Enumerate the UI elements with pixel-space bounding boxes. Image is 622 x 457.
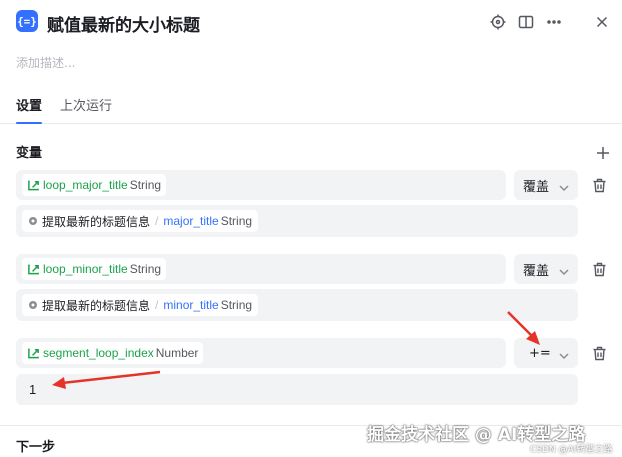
- operator-select[interactable]: 覆盖: [514, 170, 578, 200]
- reference-node-name: 提取最新的标题信息: [42, 298, 151, 313]
- variable-selector[interactable]: loop_minor_title String: [16, 254, 506, 284]
- reference-separator: /: [155, 214, 159, 228]
- variable-tag[interactable]: loop_major_title String: [22, 174, 167, 196]
- reference-field-name: minor_title: [163, 298, 219, 312]
- delete-button[interactable]: [590, 344, 608, 362]
- value-selector[interactable]: 提取最新的标题信息 / minor_title String: [16, 289, 578, 321]
- operator-value: 覆盖: [523, 179, 550, 195]
- reference-separator: /: [155, 298, 159, 312]
- variable-assign-icon: {=}: [16, 10, 38, 32]
- loop-variable-icon: [28, 180, 39, 190]
- watermark-sub: CSDN @AI转型之路: [530, 445, 613, 455]
- loop-variable-icon: [28, 348, 39, 358]
- variable-tag[interactable]: loop_minor_title String: [22, 258, 167, 280]
- reference-field-type: String: [220, 214, 253, 228]
- operator-value: 覆盖: [523, 263, 550, 279]
- variable-selector[interactable]: loop_major_title String: [16, 170, 506, 200]
- variables-section-title: 变量: [16, 146, 43, 161]
- next-step-title: 下一步: [16, 440, 56, 455]
- value-input[interactable]: 1: [16, 374, 578, 405]
- chevron-down-icon: [559, 265, 569, 276]
- locate-icon[interactable]: [488, 12, 508, 32]
- variable-selector[interactable]: segment_loop_index Number: [16, 338, 506, 368]
- variable-name: segment_loop_index: [43, 346, 154, 360]
- variable-name: loop_minor_title: [43, 262, 128, 276]
- operator-select[interactable]: 覆盖: [514, 254, 578, 284]
- operator-value: +=: [529, 345, 551, 361]
- delete-button[interactable]: [590, 176, 608, 194]
- trash-icon: [593, 178, 605, 192]
- trash-icon: [593, 262, 605, 276]
- variable-type: Number: [155, 346, 199, 360]
- value-reference-tag[interactable]: 提取最新的标题信息 / minor_title String: [22, 294, 259, 316]
- variable-type: String: [129, 262, 162, 276]
- tab-settings[interactable]: 设置: [16, 95, 43, 124]
- chevron-down-icon: [559, 349, 569, 360]
- variable-type: String: [129, 178, 162, 192]
- plus-icon: [597, 147, 609, 159]
- chevron-down-icon: [559, 181, 569, 192]
- variable-name: loop_major_title: [43, 178, 128, 192]
- delete-button[interactable]: [590, 260, 608, 278]
- header: {=} 赋值最新的大小标题: [0, 0, 622, 44]
- close-icon[interactable]: [592, 12, 612, 32]
- value-selector[interactable]: 提取最新的标题信息 / major_title String: [16, 205, 578, 237]
- trash-icon: [593, 346, 605, 360]
- tab-last-run[interactable]: 上次运行: [60, 95, 112, 114]
- more-icon[interactable]: [544, 12, 564, 32]
- add-variable-button[interactable]: [594, 144, 612, 162]
- tab-bar: 设置 上次运行: [0, 88, 622, 124]
- page-title[interactable]: 赋值最新的大小标题: [47, 11, 200, 36]
- variable-tag[interactable]: segment_loop_index Number: [22, 342, 204, 364]
- node-icon: [28, 300, 38, 310]
- reference-field-type: String: [220, 298, 253, 312]
- node-icon: [28, 216, 38, 226]
- loop-variable-icon: [28, 264, 39, 274]
- description-field[interactable]: 添加描述...: [16, 54, 75, 71]
- split-view-icon[interactable]: [516, 12, 536, 32]
- reference-node-name: 提取最新的标题信息: [42, 214, 151, 229]
- value-reference-tag[interactable]: 提取最新的标题信息 / major_title String: [22, 210, 259, 232]
- operator-select[interactable]: +=: [514, 338, 578, 368]
- reference-field-name: major_title: [163, 214, 219, 228]
